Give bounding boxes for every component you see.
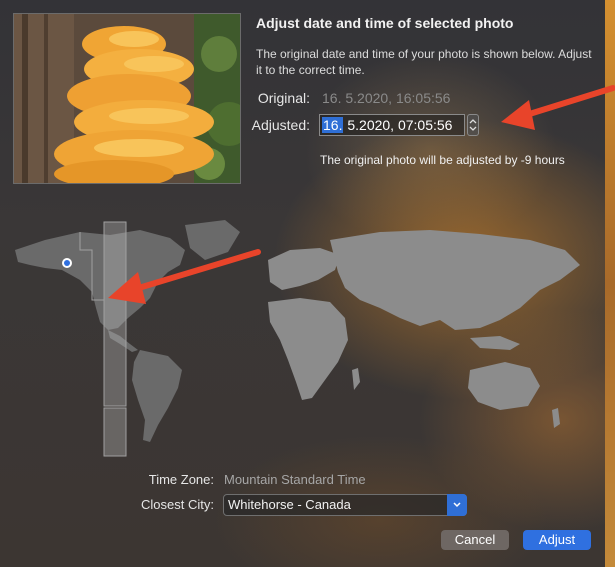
adjusted-datetime-rest[interactable]: 5.2020, 07:05:56	[343, 117, 452, 133]
location-dot-center	[64, 260, 70, 266]
indonesia	[470, 336, 520, 350]
adjusted-label: Adjusted:	[251, 117, 310, 133]
new-zealand	[552, 408, 560, 428]
dialog-description: The original date and time of your photo…	[256, 47, 592, 77]
adjustment-note: The original photo will be adjusted by -…	[320, 153, 565, 167]
chevron-down-icon[interactable]	[447, 494, 467, 516]
dialog-title: Adjust date and time of selected photo	[256, 15, 514, 31]
datetime-stepper[interactable]	[467, 114, 479, 136]
timezone-value: Mountain Standard Time	[224, 472, 366, 487]
closest-city-value: Whitehorse - Canada	[228, 497, 351, 512]
asia	[330, 230, 580, 330]
adjust-button[interactable]: Adjust	[523, 530, 591, 550]
original-datetime: 16. 5.2020, 16:05:56	[322, 90, 451, 106]
adjusted-day-segment[interactable]: 16.	[322, 117, 344, 133]
europe	[268, 248, 340, 290]
madagascar	[352, 368, 360, 390]
annotation-arrow-icon	[501, 85, 615, 130]
stepper-arrows-icon[interactable]	[468, 115, 478, 135]
original-label: Original:	[257, 90, 310, 106]
world-map[interactable]	[0, 210, 615, 470]
cancel-button[interactable]: Cancel	[441, 530, 509, 550]
selected-timezone-band[interactable]	[103, 221, 127, 407]
closest-city-label: Closest City:	[141, 497, 214, 512]
africa	[268, 298, 348, 400]
timezone-label: Time Zone:	[148, 472, 214, 487]
south-america	[132, 350, 182, 442]
timezone-band-south	[103, 407, 127, 457]
photo-thumbnail	[13, 13, 241, 184]
adjusted-datetime-field[interactable]: 16. 5.2020, 07:05:56	[319, 114, 465, 136]
australia	[468, 362, 540, 410]
greenland	[185, 220, 240, 260]
closest-city-select[interactable]: Whitehorse - Canada	[223, 494, 467, 516]
